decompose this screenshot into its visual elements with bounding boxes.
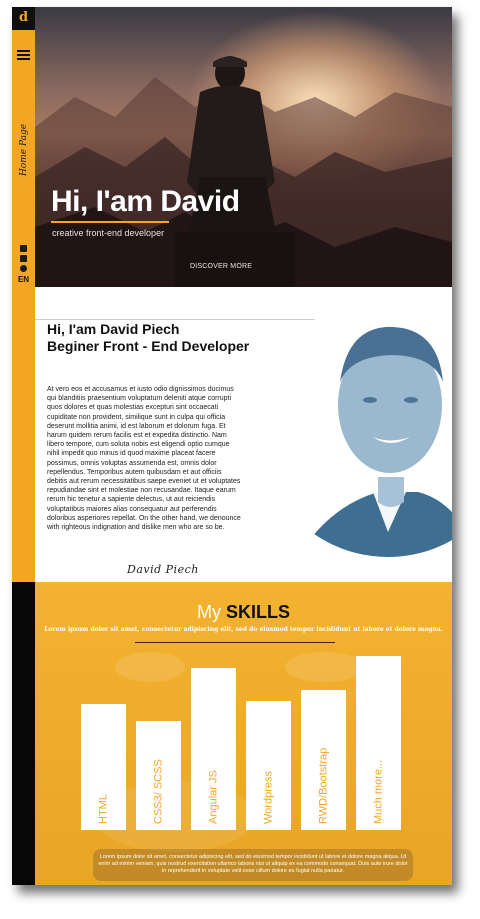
skill-bar-label: Angular JS <box>207 770 220 824</box>
skills-divider <box>135 642 335 643</box>
skill-bar-2: Angular JS <box>191 668 236 830</box>
footer-text: Lorem ipsum dolor sit amet, consectetur … <box>98 854 408 874</box>
github-icon[interactable] <box>20 265 27 272</box>
language-switch[interactable]: EN <box>12 275 35 284</box>
hero-underline <box>51 221 169 223</box>
about-title-line2: Beginer Front - End Developer <box>47 338 250 354</box>
skills-title-skills: SKILLS <box>226 602 291 622</box>
hero-subtitle: creative front-end developer <box>52 228 165 238</box>
portrait-image <box>268 297 452 557</box>
home-page-label[interactable]: Home Page <box>19 121 29 179</box>
skills-section: My SKILLS Lorem ipsum dolor sit amet, co… <box>35 582 452 885</box>
page-frame: d Home Page EN Hi, I'am David creative f… <box>12 7 452 885</box>
linkedin-icon[interactable] <box>20 255 27 262</box>
skill-bar-label: Much more... <box>372 759 385 824</box>
skill-bar-0: HTML <box>81 704 126 830</box>
decor-plant-shadow <box>115 652 185 682</box>
skill-bar-4: RWD/Bootstrap <box>301 690 346 830</box>
skill-bar-label: Wordpress <box>262 771 275 824</box>
hero-background-image <box>35 56 452 287</box>
discover-more-link[interactable]: DISCOVER MORE <box>190 263 252 270</box>
decor-plant-shadow <box>285 652 365 682</box>
skill-bar-3: Wordpress <box>246 701 291 830</box>
skills-title: My SKILLS <box>35 602 452 623</box>
about-title-line1: Hi, I'am David Piech <box>47 321 180 337</box>
hamburger-menu-icon[interactable] <box>17 50 30 60</box>
skill-bar-label: HTML <box>97 794 110 824</box>
skills-subtitle: Lorem ipsum dolor sit amet, consectetur … <box>44 626 443 633</box>
about-section: Hi, I'am David Piech Beginer Front - End… <box>35 287 452 582</box>
youtube-icon[interactable] <box>20 245 27 252</box>
skill-bar-label: CSS3/ SCSS <box>152 759 165 824</box>
signature: David Piech <box>127 563 199 576</box>
sidebar: d Home Page EN <box>12 7 35 582</box>
about-body-text: At vero eos et accusamus et iusto odio d… <box>47 386 241 532</box>
hero-section: Hi, I'am David creative front-end develo… <box>35 7 452 287</box>
skill-bar-label: RWD/Bootstrap <box>317 747 330 824</box>
skill-bar-5: Much more... <box>356 656 401 830</box>
sidebar-bottom <box>12 582 35 885</box>
skill-bar-1: CSS3/ SCSS <box>136 721 181 830</box>
about-title: Hi, I'am David Piech Beginer Front - End… <box>47 321 249 355</box>
hero-title: Hi, I'am David <box>51 185 240 218</box>
skills-title-my: My <box>196 602 221 622</box>
logo[interactable]: d <box>12 7 35 30</box>
